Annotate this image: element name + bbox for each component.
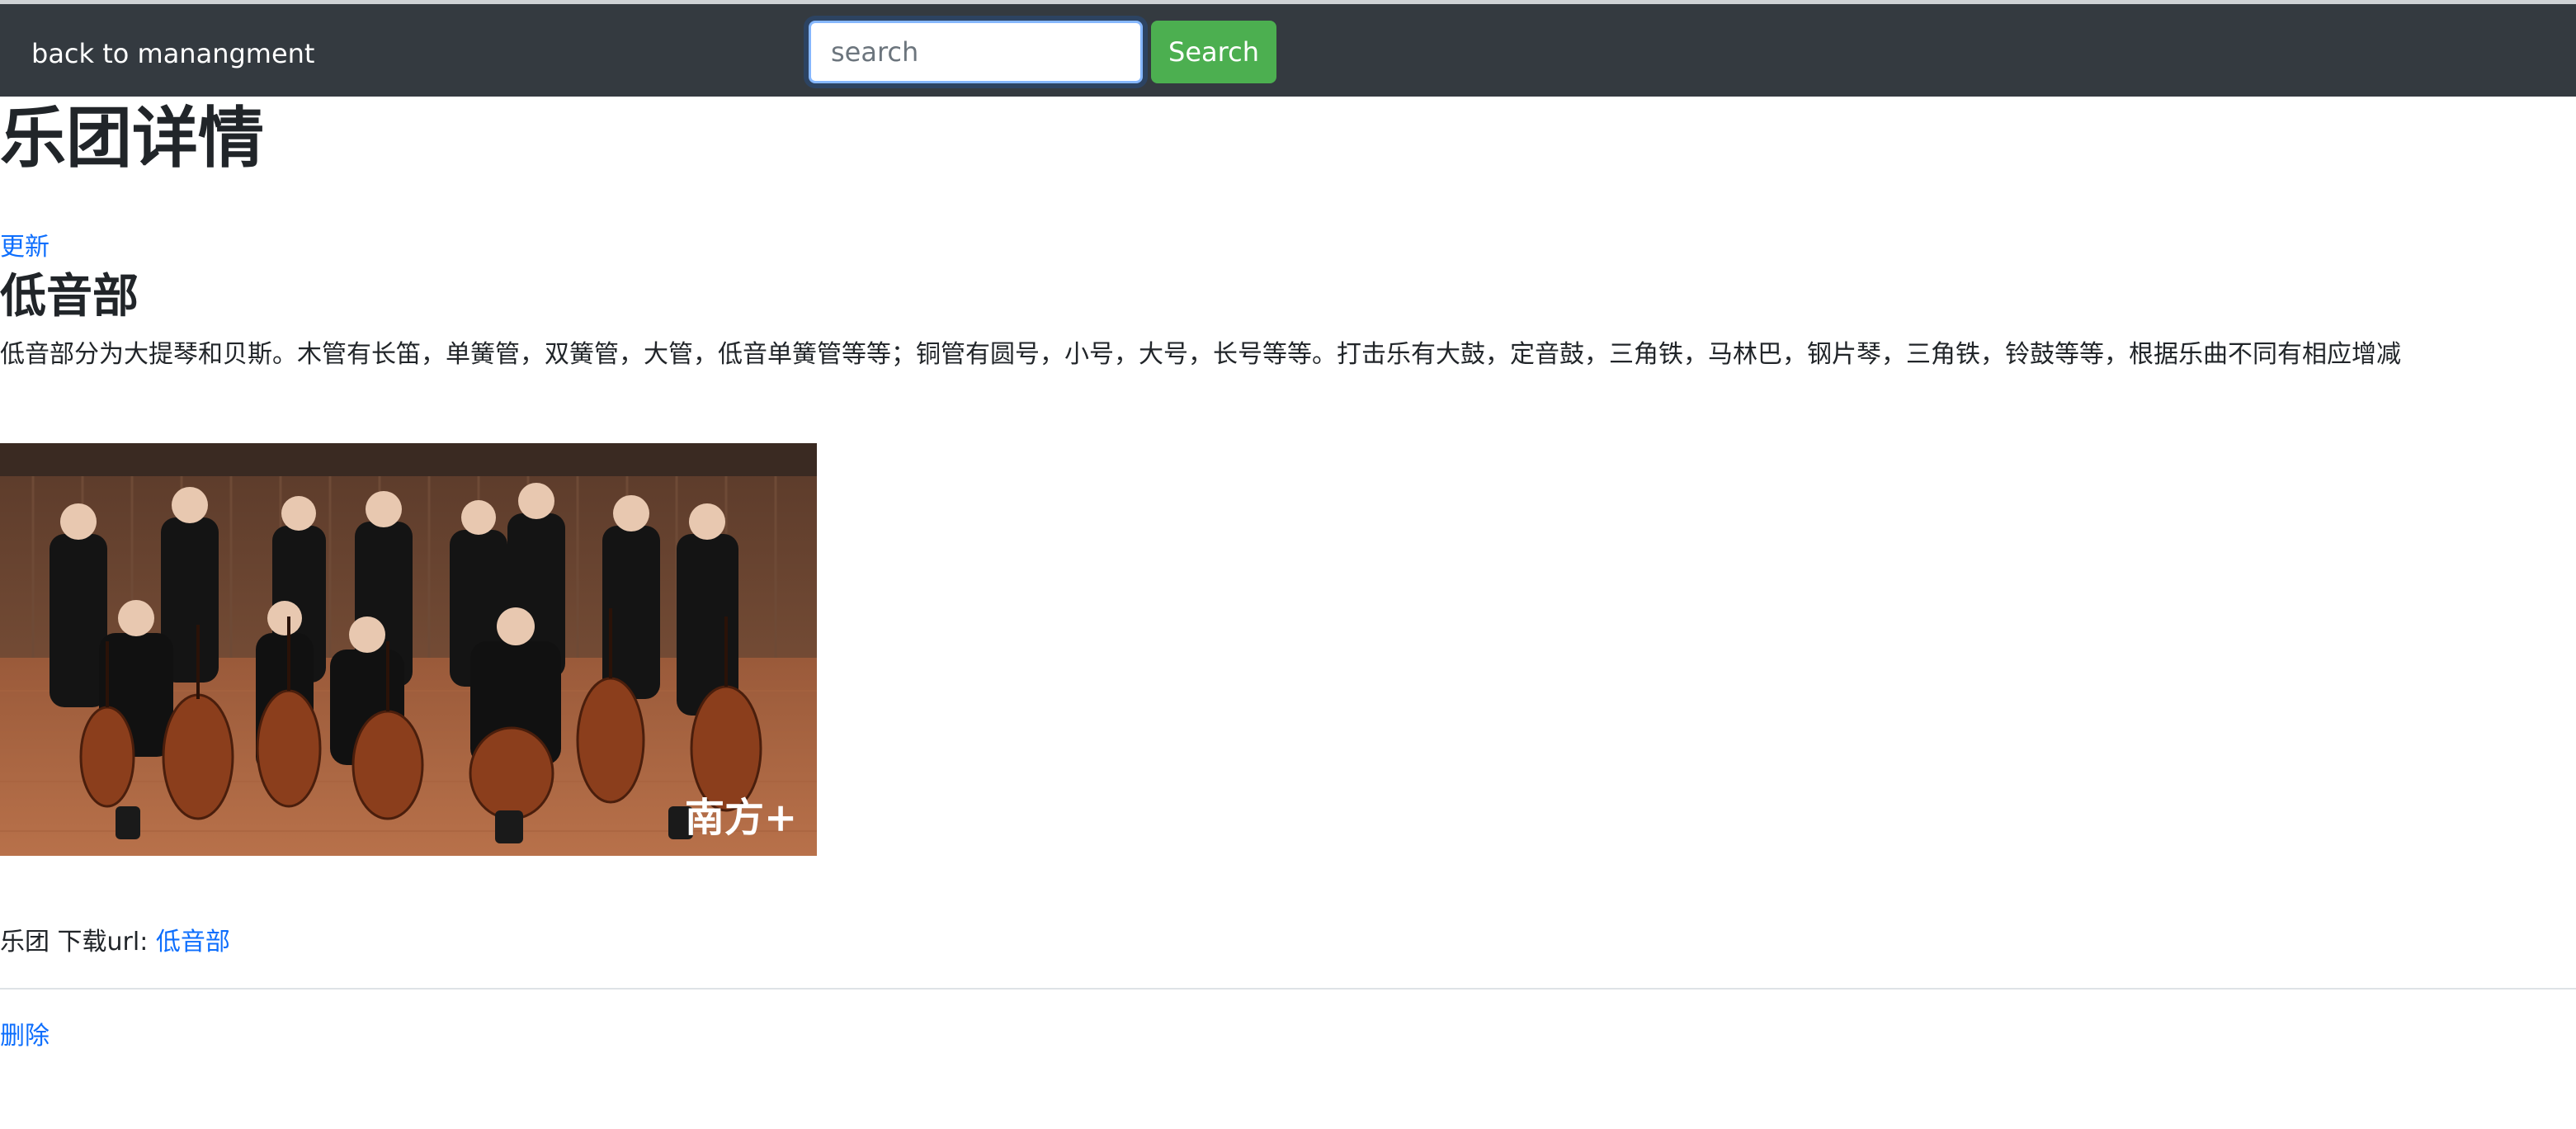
band-description: 低音部分为大提琴和贝斯。木管有长笛，单簧管，双簧管，大管，低音单簧管等等；铜管有… <box>0 340 2401 369</box>
delete-link[interactable]: 删除 <box>0 1020 50 1053</box>
download-row: 乐团 下载url: 低音部 <box>0 926 230 959</box>
update-link[interactable]: 更新 <box>0 231 50 264</box>
watermark-logo: 南方+ <box>685 795 797 841</box>
download-label: 乐团 下载url: <box>0 928 156 957</box>
download-link[interactable]: 低音部 <box>156 928 230 957</box>
band-photo: 南方+ <box>0 443 817 856</box>
back-to-management-link[interactable]: back to manangment <box>31 37 314 70</box>
search-input[interactable] <box>809 21 1143 83</box>
band-name-heading: 低音部 <box>0 270 139 324</box>
divider <box>0 988 2576 990</box>
search-button[interactable]: Search <box>1151 21 1276 83</box>
page-title: 乐团详情 <box>0 100 264 177</box>
top-navbar: back to manangment Search <box>0 4 2576 97</box>
